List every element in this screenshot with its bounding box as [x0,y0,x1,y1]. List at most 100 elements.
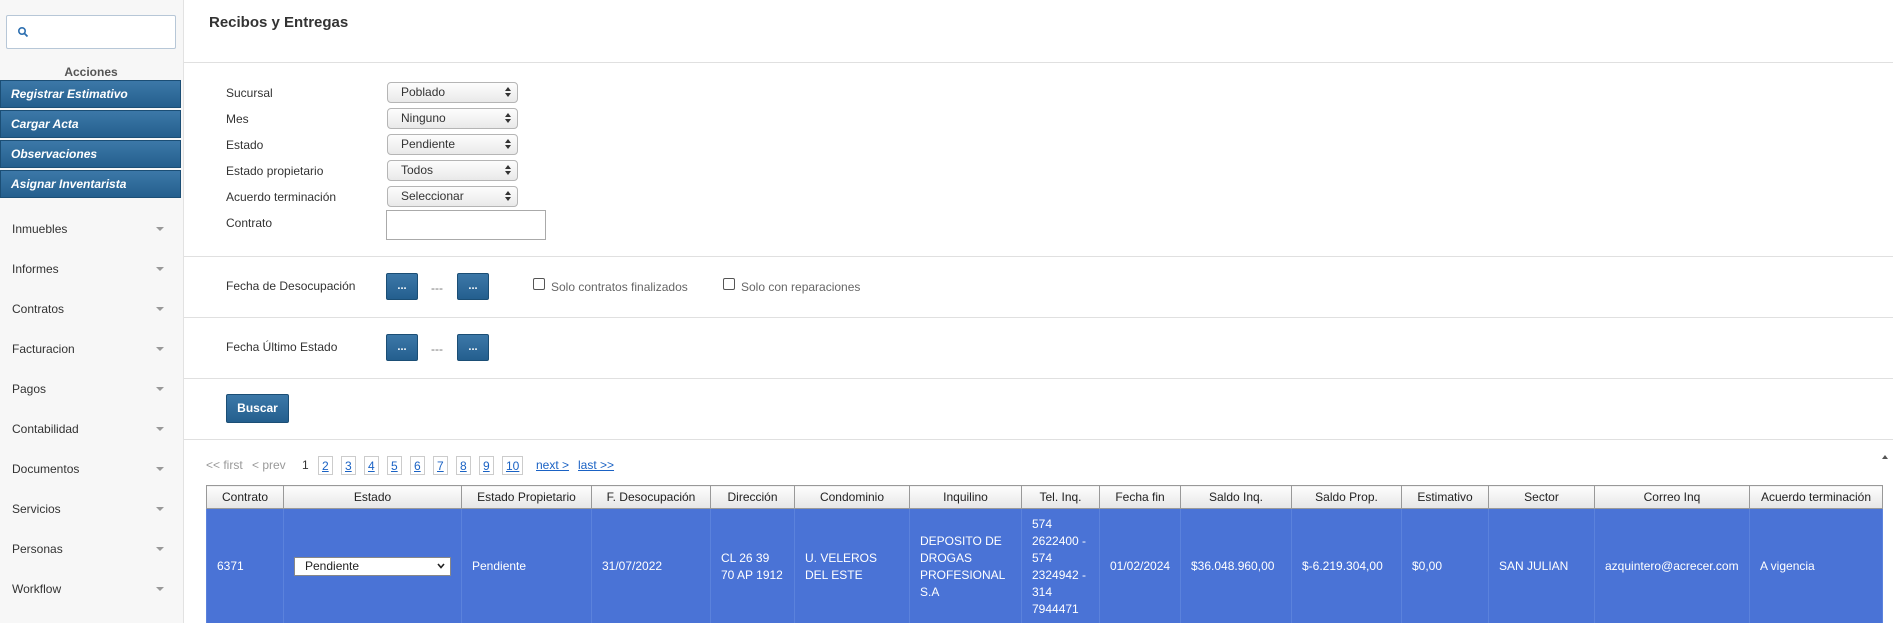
pagination-last[interactable]: last >> [578,458,614,472]
cell-estado: Pendiente [283,508,462,623]
select-arrows-icon [505,165,511,176]
select-arrows-icon [505,113,511,124]
nav-item-pagos[interactable]: Pagos [0,374,182,404]
column-header-fecha-fin[interactable]: Fecha fin [1099,485,1181,509]
pagination-page-10[interactable]: 10 [502,456,524,475]
mes-label: Mes [226,112,249,126]
cell-saldo-prop: $-6.219.304,00 [1291,508,1402,623]
column-header-sector[interactable]: Sector [1488,485,1595,509]
solo-finalizados-label: Solo contratos finalizados [551,280,688,294]
chevron-down-icon [156,507,164,511]
column-header-saldo-prop[interactable]: Saldo Prop. [1291,485,1402,509]
column-header-saldo-inq[interactable]: Saldo Inq. [1180,485,1292,509]
divider [184,62,1893,63]
nav-item-label: Inmuebles [12,222,68,236]
chevron-down-icon [156,347,164,351]
nav-item-personas[interactable]: Personas [0,534,182,564]
page-title: Recibos y Entregas [209,14,349,31]
fecha-ultimo-hasta-button[interactable]: ... [457,334,489,361]
estado-select-value: Pendiente [401,137,456,151]
column-header-estimativo[interactable]: Estimativo [1401,485,1489,509]
cell-fecha-fin: 01/02/2024 [1099,508,1181,623]
pagination-page-7[interactable]: 7 [433,456,448,475]
pagination-page-8[interactable]: 8 [456,456,471,475]
pagination-page-9[interactable]: 9 [479,456,494,475]
column-header-estado[interactable]: Estado [283,485,462,509]
contrato-label: Contrato [226,216,273,230]
column-header-acuerdo-terminacion[interactable]: Acuerdo terminación [1749,485,1883,509]
cell-estado-propietario: Pendiente [461,508,592,623]
nav-item-contratos[interactable]: Contratos [0,294,182,324]
table-row[interactable]: 6371 Pendiente Pendiente 31/07/2022 CL 2… [206,508,1883,623]
pagination-next[interactable]: next > [536,458,569,472]
cargar-acta-button[interactable]: Cargar Acta [0,110,181,138]
cell-contrato: 6371 [206,508,284,623]
column-header-contrato[interactable]: Contrato [206,485,284,509]
fecha-ultimo-desde-button[interactable]: ... [386,334,418,361]
solo-finalizados-checkbox[interactable] [533,278,545,290]
column-header-inquilino[interactable]: Inquilino [909,485,1022,509]
fecha-desocupacion-label: Fecha de Desocupación [226,279,356,293]
estado-propietario-select[interactable]: Todos [387,160,518,181]
pagination-page-2[interactable]: 2 [318,456,333,475]
solo-reparaciones-label: Solo con reparaciones [741,280,861,294]
chevron-down-icon [156,387,164,391]
observaciones-button[interactable]: Observaciones [0,140,181,168]
pagination-page-5[interactable]: 5 [387,456,402,475]
column-header-direccion[interactable]: Dirección [710,485,795,509]
search-box[interactable] [6,15,176,49]
nav-item-label: Informes [12,262,59,276]
cell-sector: SAN JULIAN [1488,508,1595,623]
search-input[interactable] [33,18,173,46]
nav-item-label: Facturacion [12,342,75,356]
mes-select[interactable]: Ninguno [387,108,518,129]
buscar-button[interactable]: Buscar [226,394,289,423]
select-arrows-icon [505,191,511,202]
column-header-condominio[interactable]: Condominio [794,485,910,509]
cell-correo-inq: azquintero@acrecer.com [1594,508,1750,623]
chevron-down-icon [156,267,164,271]
asignar-inventarista-button[interactable]: Asignar Inventarista [0,170,181,198]
column-header-correo-inq[interactable]: Correo Inq [1594,485,1750,509]
registrar-estimativo-button[interactable]: Registrar Estimativo [0,80,181,108]
nav-item-contabilidad[interactable]: Contabilidad [0,414,182,444]
nav-item-workflow[interactable]: Workflow [0,574,182,604]
chevron-down-icon [156,427,164,431]
acuerdo-terminacion-select[interactable]: Seleccionar [387,186,518,207]
chevron-down-icon [156,587,164,591]
column-header-tel-inq[interactable]: Tel. Inq. [1021,485,1100,509]
estado-select[interactable]: Pendiente [387,134,518,155]
solo-reparaciones-checkbox[interactable] [723,278,735,290]
nav-item-documentos[interactable]: Documentos [0,454,182,484]
pagination-page-6[interactable]: 6 [410,456,425,475]
fecha-desocupacion-desde-button[interactable]: ... [386,273,418,300]
nav-item-servicios[interactable]: Servicios [0,494,182,524]
pagination-page-4[interactable]: 4 [364,456,379,475]
scroll-up-icon[interactable] [1882,455,1888,459]
pagination-first: << first [206,458,243,472]
cell-tel-inq: 574 2622400 - 574 2324942 - 314 7944471 [1021,508,1100,623]
nav-item-informes[interactable]: Informes [0,254,182,284]
sidebar: Acciones Registrar Estimativo Cargar Act… [0,0,184,623]
sucursal-select[interactable]: Poblado [387,82,518,103]
nav-item-label: Personas [12,542,63,556]
mes-select-value: Ninguno [401,111,446,125]
search-icon [17,26,29,38]
cell-inquilino: DEPOSITO DE DROGAS PROFESIONAL S.A [909,508,1022,623]
pagination-page-3[interactable]: 3 [341,456,356,475]
column-header-f-desocupacion[interactable]: F. Desocupación [591,485,711,509]
fecha-desocupacion-hasta-button[interactable]: ... [457,273,489,300]
contrato-input[interactable] [386,210,546,240]
nav-item-inmuebles[interactable]: Inmuebles [0,214,182,244]
chevron-down-icon [156,467,164,471]
nav-item-facturacion[interactable]: Facturacion [0,334,182,364]
cell-saldo-inq: $36.048.960,00 [1180,508,1292,623]
date-range-separator: --- [431,281,443,295]
divider [184,378,1893,379]
cell-acuerdo-terminacion: A vigencia [1749,508,1883,623]
sucursal-label: Sucursal [226,86,273,100]
cell-condominio: U. VELEROS DEL ESTE [794,508,910,623]
column-header-estado-propietario[interactable]: Estado Propietario [461,485,592,509]
row-estado-select[interactable]: Pendiente [294,557,451,576]
nav-item-label: Contabilidad [12,422,79,436]
